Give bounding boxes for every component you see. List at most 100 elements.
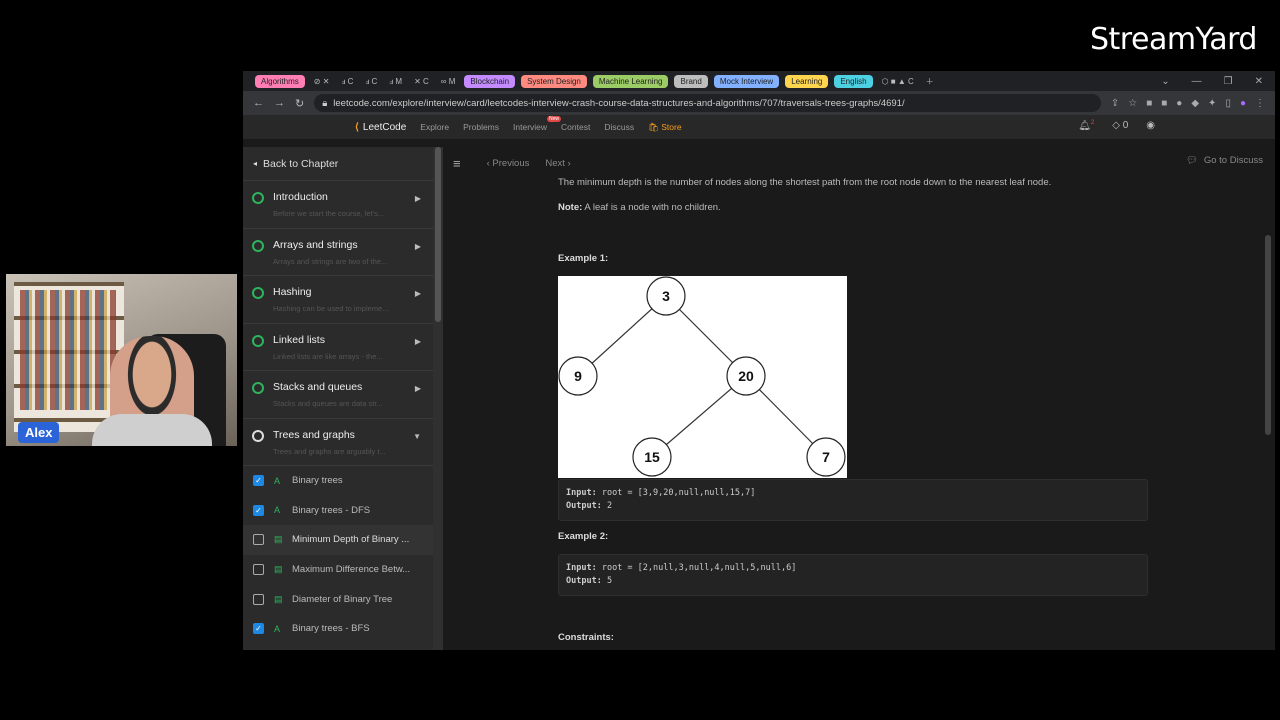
tab-active[interactable]: ⊘ ✕ <box>311 75 333 88</box>
chapter-trees-graphs[interactable]: Trees and graphs Trees and graphs are arg… <box>243 419 433 466</box>
tab-mini-5[interactable]: ∞ M <box>438 75 459 88</box>
tab-search-icon[interactable]: ⌄ <box>1161 76 1169 87</box>
lesson-item[interactable]: ✓ A Binary trees - DFS <box>243 496 433 526</box>
checkbox-icon[interactable] <box>253 534 264 546</box>
tab-group-brand[interactable]: Brand <box>674 74 708 88</box>
hamburger-icon[interactable]: ≡ <box>453 156 461 171</box>
tab-group-blockchain[interactable]: Blockchain <box>464 74 516 88</box>
checkbox-icon[interactable] <box>253 593 264 605</box>
sidebar-scroll-thumb[interactable] <box>435 147 441 322</box>
sidebar-scrollbar[interactable] <box>433 147 443 650</box>
tab-mini-4[interactable]: ✕ C <box>411 75 432 88</box>
example-2-code: Input: root = [2,null,3,null,4,null,5,nu… <box>558 554 1148 596</box>
streak-icon[interactable]: ◇ 0 <box>1112 120 1128 131</box>
checkbox-checked-icon[interactable]: ✓ <box>253 504 264 516</box>
tab-mini-6[interactable]: ⬡ ■ ▲ C <box>879 75 917 88</box>
menu-kebab-icon[interactable]: ⋮ <box>1255 98 1265 109</box>
example-tree-image: 3 9 20 15 7 <box>558 276 847 478</box>
nav-problems[interactable]: Problems <box>463 122 499 132</box>
extension-icons: ⇪ ☆ ■ ■ ● ◆ ✦ ▯ ● ⋮ <box>1111 98 1265 109</box>
lesson-item[interactable]: ✓ A Binary trees <box>243 466 433 496</box>
puzzle-icon[interactable]: ✦ <box>1208 98 1216 109</box>
article-icon: A <box>274 623 281 634</box>
problem-note: Note: A leaf is a node with no children. <box>558 202 721 213</box>
tab-group-machine-learning[interactable]: Machine Learning <box>592 74 669 88</box>
tab-group-english[interactable]: English <box>834 74 873 88</box>
tab-mini-3[interactable]: ⅎ M <box>386 75 405 88</box>
progress-circle-icon <box>252 334 264 347</box>
constraints-title: Constraints: <box>558 632 614 643</box>
forward-icon[interactable]: → <box>274 97 285 109</box>
lesson-item[interactable]: ▤ Maximum Difference Betw... <box>243 555 433 585</box>
tab-group-learning[interactable]: Learning <box>785 74 829 88</box>
reload-icon[interactable]: ↻ <box>295 97 304 110</box>
lesson-content: ≡ ‹ Previous Next › 💬︎ Go to Discuss The … <box>443 147 1275 650</box>
next-button[interactable]: Next › <box>545 158 570 169</box>
content-scrollbar[interactable] <box>1265 235 1271 435</box>
input-label: Input: <box>566 563 597 573</box>
chapter-hashing[interactable]: Hashing Hashing can be used to impleme...… <box>243 276 433 324</box>
nav-discuss[interactable]: Discuss <box>604 122 634 132</box>
code-line: Output: 2 <box>566 500 1140 513</box>
checkbox-icon[interactable] <box>253 564 264 576</box>
maximize-icon[interactable]: ❐ <box>1224 76 1233 87</box>
go-to-discuss[interactable]: 💬︎ Go to Discuss <box>1186 155 1263 166</box>
extension-icon-c[interactable]: ● <box>1176 98 1182 109</box>
tab-group-mock-interview[interactable]: Mock Interview <box>713 74 780 88</box>
chapter-arrays-strings[interactable]: Arrays and strings Arrays and strings are… <box>243 229 433 276</box>
tab-mini-2[interactable]: ⅎ C <box>362 75 380 88</box>
lesson-item[interactable]: ✓ A Binary trees - BFS <box>243 614 433 644</box>
lesson-label: Binary trees <box>292 475 343 487</box>
output-value: 5 <box>606 576 613 586</box>
url-field[interactable]: 🔒︎ leetcode.com/explore/interview/card/l… <box>314 94 1101 112</box>
lesson-item-active[interactable]: ▤ Minimum Depth of Binary ... <box>243 525 433 555</box>
input-label: Input: <box>566 488 597 498</box>
leetcode-nav: ⟨ LeetCode Explore Problems Interview Con… <box>243 115 1275 139</box>
bell-icon[interactable]: 🔔︎2 <box>1078 120 1094 131</box>
extension-icon-d[interactable]: ◆ <box>1191 98 1199 109</box>
checkbox-checked-icon[interactable]: ✓ <box>253 475 264 487</box>
nav-interview[interactable]: Interview <box>513 122 547 132</box>
empty-circle-icon <box>252 429 264 442</box>
star-icon[interactable]: ☆ <box>1128 98 1137 109</box>
presenter-name: Alex <box>18 422 60 443</box>
caret-right-icon: ▶ <box>414 336 421 346</box>
caret-down-icon: ▼ <box>413 431 421 441</box>
nav-explore[interactable]: Explore <box>420 122 449 132</box>
extension-icon-a[interactable]: ■ <box>1146 98 1152 109</box>
sidepanel-icon[interactable]: ▯ <box>1225 98 1231 109</box>
previous-button[interactable]: ‹ Previous <box>487 158 530 169</box>
code-line: Output: 5 <box>566 575 1140 588</box>
lesson-label: Binary trees - DFS <box>292 504 371 516</box>
tree-node-label: 20 <box>738 368 754 384</box>
nav-store[interactable]: 🛍︎ Store <box>648 122 681 133</box>
back-to-chapter[interactable]: ◂ Back to Chapter <box>243 147 433 181</box>
caret-right-icon: ▶ <box>414 289 421 298</box>
share-icon[interactable]: ⇪ <box>1111 98 1119 109</box>
chevron-left-icon: ◂ <box>253 159 258 168</box>
chapter-title: Hashing <box>273 286 312 298</box>
document-icon: ▤ <box>274 534 283 545</box>
user-avatar-icon[interactable]: ◉ <box>1146 120 1155 131</box>
tab-group-algorithms[interactable]: Algorithms <box>255 74 305 88</box>
chapter-stacks-queues[interactable]: Stacks and queues Stacks and queues are d… <box>243 371 433 419</box>
extension-icon-b[interactable]: ■ <box>1161 98 1167 109</box>
nav-contest[interactable]: Contest <box>561 122 590 132</box>
back-icon[interactable]: ← <box>253 97 264 109</box>
chapter-title: Stacks and queues <box>273 381 363 393</box>
document-icon: ▤ <box>274 593 283 604</box>
chapter-introduction[interactable]: Introduction Before we start the course, … <box>243 181 433 229</box>
checkbox-checked-icon[interactable]: ✓ <box>253 623 264 635</box>
lesson-item[interactable]: ▤ Diameter of Binary Tree <box>243 584 433 614</box>
tab-group-system-design[interactable]: System Design <box>521 74 587 88</box>
lock-icon: 🔒︎ <box>322 97 328 109</box>
close-icon[interactable]: ✕ <box>1255 76 1263 87</box>
leetcode-logo[interactable]: ⟨ LeetCode <box>355 122 406 133</box>
tab-mini-1[interactable]: ⅎ C <box>338 75 356 88</box>
window-controls: ⌄ — ❐ ✕ <box>1161 76 1275 87</box>
minimize-icon[interactable]: — <box>1192 76 1202 87</box>
profile-icon[interactable]: ● <box>1240 98 1246 109</box>
chapter-linked-lists[interactable]: Linked lists Linked lists are like arrays… <box>243 324 433 371</box>
code-line: Input: root = [3,9,20,null,null,15,7] <box>566 487 1140 500</box>
new-tab-button[interactable]: ＋ <box>923 74 937 89</box>
